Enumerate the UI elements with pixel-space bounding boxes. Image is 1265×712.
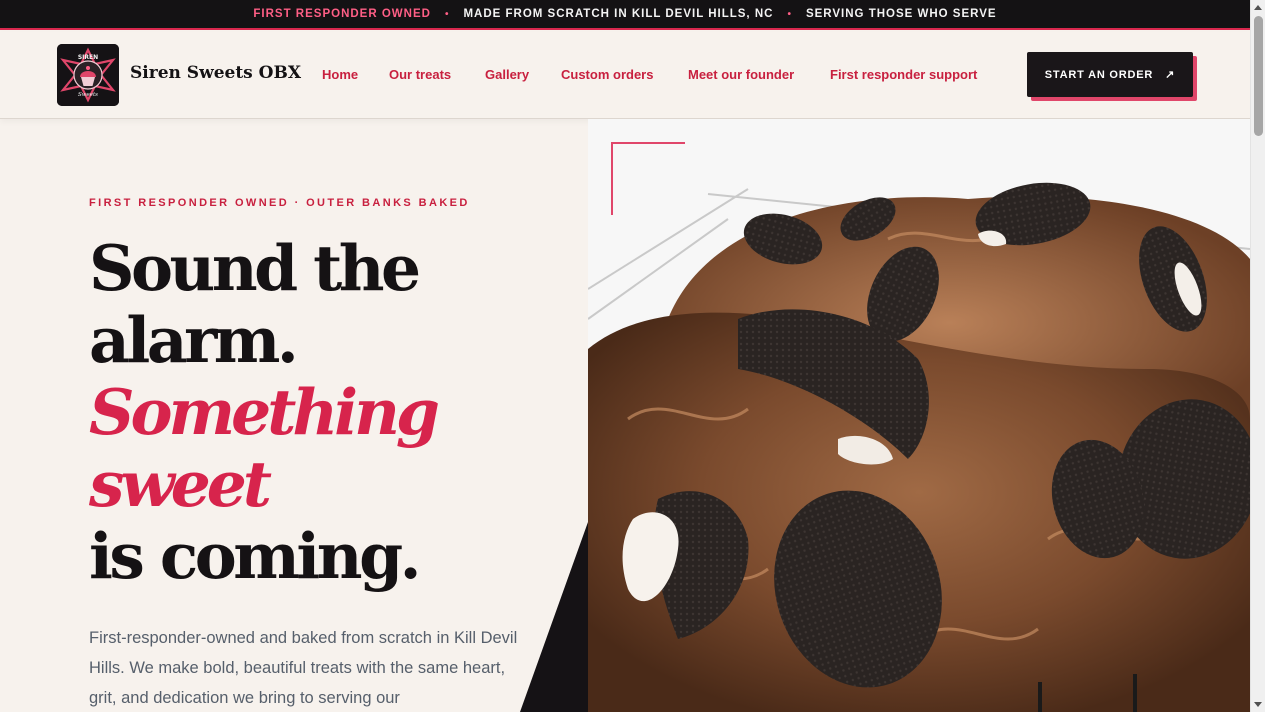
logo[interactable]: SIREN Sweets (57, 44, 119, 106)
svg-text:Sweets: Sweets (78, 92, 98, 98)
site-header: SIREN Sweets Siren Sweets OBX Home Our t… (0, 32, 1250, 119)
nav-custom-orders[interactable]: Custom orders (561, 67, 653, 82)
hero-image (588, 119, 1250, 712)
nav-gallery[interactable]: Gallery (485, 67, 529, 82)
nav-first-responder-support[interactable]: First responder support (830, 67, 977, 82)
hero-headline: Sound the alarm. Something sweet is comi… (89, 232, 569, 592)
announcement-separator: • (787, 8, 792, 20)
hero-eyebrow: FIRST RESPONDER OWNED · OUTER BANKS BAKE… (89, 197, 470, 209)
external-arrow-icon: ↗ (1165, 69, 1176, 81)
announcement-separator: • (444, 8, 450, 20)
start-order-label: START AN ORDER (1044, 68, 1154, 81)
nav-meet-our-founder[interactable]: Meet our founder (688, 67, 794, 82)
page-scrollbar[interactable] (1250, 0, 1265, 712)
nav-home[interactable]: Home (322, 67, 358, 82)
siren-cupcake-badge-icon: SIREN Sweets (57, 44, 119, 106)
nav-our-treats[interactable]: Our treats (389, 67, 451, 82)
headline-line: alarm. (89, 303, 299, 377)
scroll-down-icon[interactable] (1254, 702, 1262, 707)
announcement-item: SERVING THOSE WHO SERVE (805, 8, 997, 20)
headline-accent-line: sweet (89, 447, 272, 521)
headline-line: Sound the (89, 231, 421, 305)
brand-name[interactable]: Siren Sweets OBX (130, 63, 301, 83)
scroll-up-icon[interactable] (1254, 5, 1262, 10)
headline-line: is coming. (89, 519, 422, 593)
scrollbar-thumb[interactable] (1254, 16, 1263, 136)
start-order-button[interactable]: START AN ORDER ↗ (1027, 52, 1193, 97)
announcement-item: FIRST RESPONDER OWNED (253, 8, 431, 20)
svg-text:SIREN: SIREN (78, 54, 98, 61)
announcement-bar: FIRST RESPONDER OWNED • MADE FROM SCRATC… (0, 0, 1250, 30)
cookies-and-cream-brownie-photo (588, 119, 1250, 712)
announcement-item: MADE FROM SCRATCH IN KILL DEVIL HILLS, N… (463, 8, 774, 20)
headline-accent-line: Something (89, 375, 440, 449)
hero-body-text: First-responder-owned and baked from scr… (89, 629, 518, 707)
